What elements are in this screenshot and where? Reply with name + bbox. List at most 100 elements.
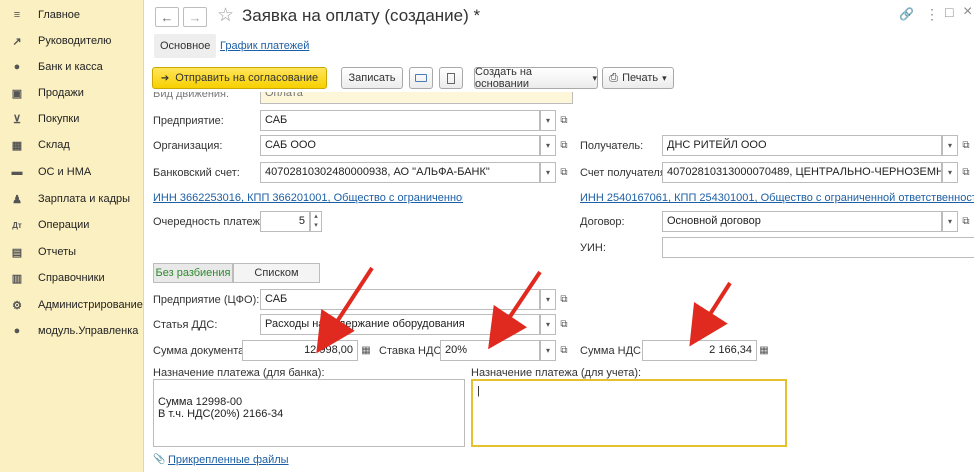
calculator-icon[interactable]: ▦ xyxy=(757,340,771,361)
sidebar-item-label: Руководителю xyxy=(38,35,112,47)
tab-main[interactable]: Основное xyxy=(154,34,217,58)
recipient-details-link[interactable]: ИНН 2540167061, КПП 254301001, Общество … xyxy=(580,192,974,204)
sidebar-item-label: Банк и касса xyxy=(38,61,103,73)
recipient-field[interactable]: ДНС РИТЕЙЛ ООО xyxy=(662,135,942,156)
sidebar-item-purchases[interactable]: ⊻ Покупки xyxy=(0,106,144,132)
send-for-approval-button[interactable]: ➔ Отправить на согласование xyxy=(152,67,327,89)
bank-account-dropdown-button[interactable]: ▾ xyxy=(540,162,556,183)
tab-payment-schedule[interactable]: График платежей xyxy=(214,34,315,58)
sidebar-item-main[interactable]: ≡ Главное xyxy=(0,2,144,28)
back-button[interactable]: ← xyxy=(155,7,179,27)
dds-open-icon[interactable]: ⧉ xyxy=(557,314,571,335)
dds-label: Статья ДДС: xyxy=(153,319,218,331)
enterprise-field[interactable]: САБ xyxy=(260,110,540,131)
forward-button[interactable]: → xyxy=(183,7,207,27)
recipient-account-open-icon[interactable]: ⧉ xyxy=(959,162,973,183)
organization-open-icon[interactable]: ⧉ xyxy=(557,135,571,156)
sidebar-item-warehouse[interactable]: ▦ Склад xyxy=(0,132,144,158)
report-icon: ▤ xyxy=(11,246,23,259)
keyboard-button[interactable] xyxy=(409,67,433,89)
document-button[interactable] xyxy=(439,67,463,89)
sidebar-item-label: Зарплата и кадры xyxy=(38,193,131,205)
star-icon[interactable]: ☆ xyxy=(217,4,234,27)
doc-sum-field[interactable]: 12 998,00 xyxy=(242,340,358,361)
organization-field[interactable]: САБ ООО xyxy=(260,135,540,156)
bank-account-open-icon[interactable]: ⧉ xyxy=(557,162,571,183)
calculator-icon[interactable]: ▦ xyxy=(359,340,373,361)
warehouse-icon: ▦ xyxy=(11,139,23,152)
cfo-dropdown-button[interactable]: ▾ xyxy=(540,289,556,310)
contract-open-icon[interactable]: ⧉ xyxy=(959,211,973,232)
bank-account-field[interactable]: 40702810302480000938, АО "АЛЬФА-БАНК" xyxy=(260,162,540,183)
uin-field[interactable] xyxy=(662,237,974,258)
sidebar-item-bank[interactable]: ● Банк и касса xyxy=(0,54,144,80)
priority-label: Очередность платежа: xyxy=(153,216,270,228)
close-icon[interactable]: × xyxy=(963,3,972,21)
purpose-accounting-textarea[interactable]: | xyxy=(471,379,787,447)
enterprise-dropdown-button[interactable]: ▾ xyxy=(540,110,556,131)
vat-sum-field[interactable]: 2 166,34 xyxy=(642,340,757,361)
maximize-icon[interactable]: □ xyxy=(945,4,953,20)
vat-rate-dropdown-button[interactable]: ▾ xyxy=(540,340,556,361)
purpose-bank-textarea[interactable]: Сумма 12998-00 В т.ч. НДС(20%) 2166-34 xyxy=(153,379,465,447)
sidebar-item-manager[interactable]: ↗ Руководителю xyxy=(0,28,144,54)
sidebar-item-salary[interactable]: ♟ Зарплата и кадры xyxy=(0,186,144,212)
contract-dropdown-button[interactable]: ▾ xyxy=(942,211,958,232)
sidebar-item-catalogs[interactable]: ▥ Справочники xyxy=(0,265,144,291)
toggle-list[interactable]: Списком xyxy=(233,263,320,283)
link-icon[interactable]: 🔗 xyxy=(899,7,914,21)
purpose-bank-label: Назначение платежа (для банка): xyxy=(153,367,325,379)
sidebar-item-operations[interactable]: Дт Операции xyxy=(0,212,144,238)
vat-rate-field[interactable]: 20% xyxy=(440,340,540,361)
cfo-field[interactable]: САБ xyxy=(260,289,540,310)
recipient-dropdown-button[interactable]: ▾ xyxy=(942,135,958,156)
print-label: Печать xyxy=(622,72,659,84)
send-arrow-icon: ➔ xyxy=(160,72,170,84)
recipient-account-field[interactable]: 40702810313000070489, ЦЕНТРАЛЬНО-ЧЕРНОЗЕ… xyxy=(662,162,942,183)
sidebar-item-admin[interactable]: ⚙ Администрирование xyxy=(0,292,144,318)
form-body: Вид движения: Оплата Предприятие: САБ ▾ … xyxy=(145,92,974,472)
keyboard-icon xyxy=(415,74,427,82)
dds-dropdown-button[interactable]: ▾ xyxy=(540,314,556,335)
sidebar-item-label: Продажи xyxy=(38,87,84,99)
operation-type-field[interactable]: Оплата xyxy=(260,92,573,104)
chevron-down-icon: ▾ xyxy=(545,141,550,150)
arrow-left-icon: ← xyxy=(160,9,174,25)
vat-rate-open-icon[interactable]: ⧉ xyxy=(557,340,571,361)
chevron-down-icon: ▾ xyxy=(545,168,550,177)
sidebar-item-fixed-assets[interactable]: ▬ ОС и НМА xyxy=(0,159,144,185)
priority-field[interactable]: 5 xyxy=(260,211,310,232)
chevron-down-icon: ▾ xyxy=(947,217,952,226)
cfo-label: Предприятие (ЦФО): xyxy=(153,294,260,306)
enterprise-open-icon[interactable]: ⧉ xyxy=(557,110,571,131)
doc-sum-label: Сумма документа: xyxy=(153,345,248,357)
recipient-open-icon[interactable]: ⧉ xyxy=(959,135,973,156)
sidebar-item-reports[interactable]: ▤ Отчеты xyxy=(0,239,144,265)
priority-spinner[interactable]: ▴ ▾ xyxy=(310,211,322,232)
sidebar-item-label: Главное xyxy=(38,9,81,21)
chevron-down-icon: ▾ xyxy=(947,168,952,177)
recipient-account-dropdown-button[interactable]: ▾ xyxy=(942,162,958,183)
toggle-no-split[interactable]: Без разбиения xyxy=(153,263,233,283)
send-for-approval-label: Отправить на согласование xyxy=(175,72,319,84)
contract-field[interactable]: Основной договор xyxy=(662,211,942,232)
print-button[interactable]: ⎙ Печать ▾ xyxy=(602,67,674,89)
spin-up-icon[interactable]: ▴ xyxy=(311,212,321,221)
more-icon[interactable]: ⋮ xyxy=(925,6,939,23)
cfo-open-icon[interactable]: ⧉ xyxy=(557,289,571,310)
sidebar: ≡ Главное ↗ Руководителю ● Банк и касса ▣ Пр… xyxy=(0,0,144,472)
sidebar-item-module[interactable]: ● модуль.Управленка xyxy=(0,318,144,344)
attachments-link[interactable]: Прикрепленные файлы xyxy=(168,454,289,466)
recipient-label: Получатель: xyxy=(580,140,644,152)
spin-down-icon[interactable]: ▾ xyxy=(311,221,321,230)
uin-label: УИН: xyxy=(580,242,606,254)
organization-dropdown-button[interactable]: ▾ xyxy=(540,135,556,156)
sidebar-item-sales[interactable]: ▣ Продажи xyxy=(0,80,144,106)
create-based-on-button[interactable]: Создать на основании ▾ xyxy=(474,66,598,90)
save-button[interactable]: Записать xyxy=(341,67,403,89)
dds-field[interactable]: Расходы на содержание оборудования xyxy=(260,314,540,335)
accounting-dt-kt-icon: Дт xyxy=(12,220,22,230)
paperclip-icon: 📎 xyxy=(153,454,166,465)
organization-details-link[interactable]: ИНН 3662253016, КПП 366201001, Общество … xyxy=(153,192,463,204)
sidebar-item-label: Операции xyxy=(38,219,90,231)
